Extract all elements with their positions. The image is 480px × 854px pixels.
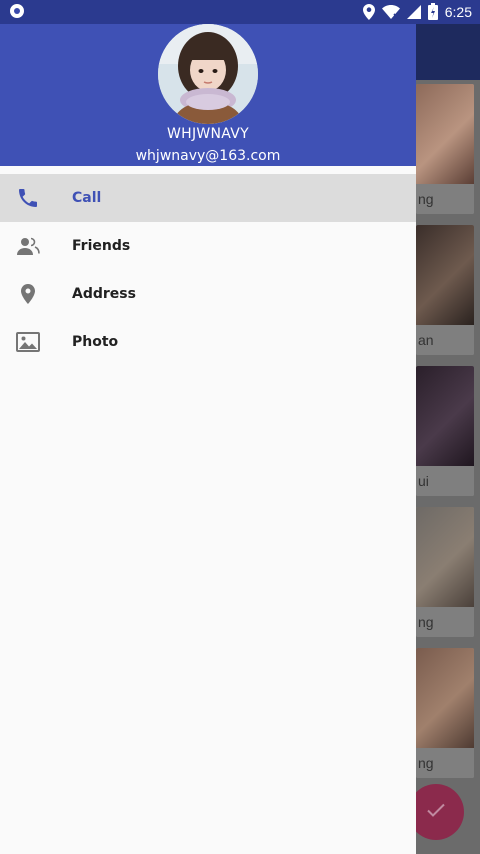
avatar[interactable] [158, 24, 258, 124]
menu-item-label: Photo [72, 334, 119, 350]
status-bar: 6:25 [0, 0, 480, 24]
drawer-menu: Call Friends Address Photo [0, 174, 416, 366]
menu-item-address[interactable]: Address [0, 270, 416, 318]
list-item: ui [416, 366, 474, 496]
menu-item-photo[interactable]: Photo [0, 318, 416, 366]
friends-icon [16, 234, 40, 258]
app-screen: 6:25 ng an ui ng ng WHJWNAVY whjwnavy@16… [0, 0, 480, 854]
menu-item-label: Friends [72, 238, 131, 254]
drawer-header: WHJWNAVY whjwnavy@163.com [0, 24, 416, 166]
list-item: an [416, 225, 474, 355]
location-pin-icon [16, 282, 40, 306]
fab-button [408, 784, 464, 840]
user-email: whjwnavy@163.com [135, 148, 281, 164]
user-name: WHJWNAVY [166, 126, 250, 142]
photo-icon [16, 330, 40, 354]
navigation-drawer: WHJWNAVY whjwnavy@163.com Call Friends A… [0, 24, 416, 854]
cell-signal-icon [406, 4, 421, 19]
wifi-icon [381, 4, 400, 20]
list-item: ng [416, 648, 474, 778]
check-icon [424, 798, 448, 826]
menu-item-label: Address [72, 286, 136, 302]
background-card-list: ng an ui ng ng [416, 84, 480, 789]
menu-item-call[interactable]: Call [0, 174, 416, 222]
location-icon [362, 3, 375, 20]
status-icons: 6:25 [362, 3, 472, 20]
clock: 6:25 [444, 3, 472, 20]
battery-icon [427, 3, 438, 20]
list-item: ng [416, 84, 474, 214]
menu-item-friends[interactable]: Friends [0, 222, 416, 270]
menu-item-label: Call [72, 190, 102, 206]
notification-circle-icon [10, 4, 24, 18]
list-item: ng [416, 507, 474, 637]
phone-icon [16, 186, 40, 210]
